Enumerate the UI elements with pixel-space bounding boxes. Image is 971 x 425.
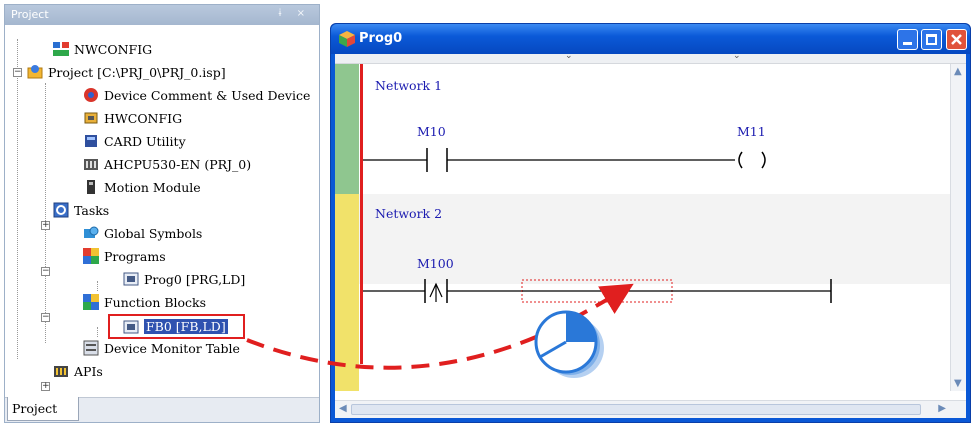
- mouse-pointer-icon: [534, 310, 604, 378]
- drag-annotation: [246, 283, 634, 378]
